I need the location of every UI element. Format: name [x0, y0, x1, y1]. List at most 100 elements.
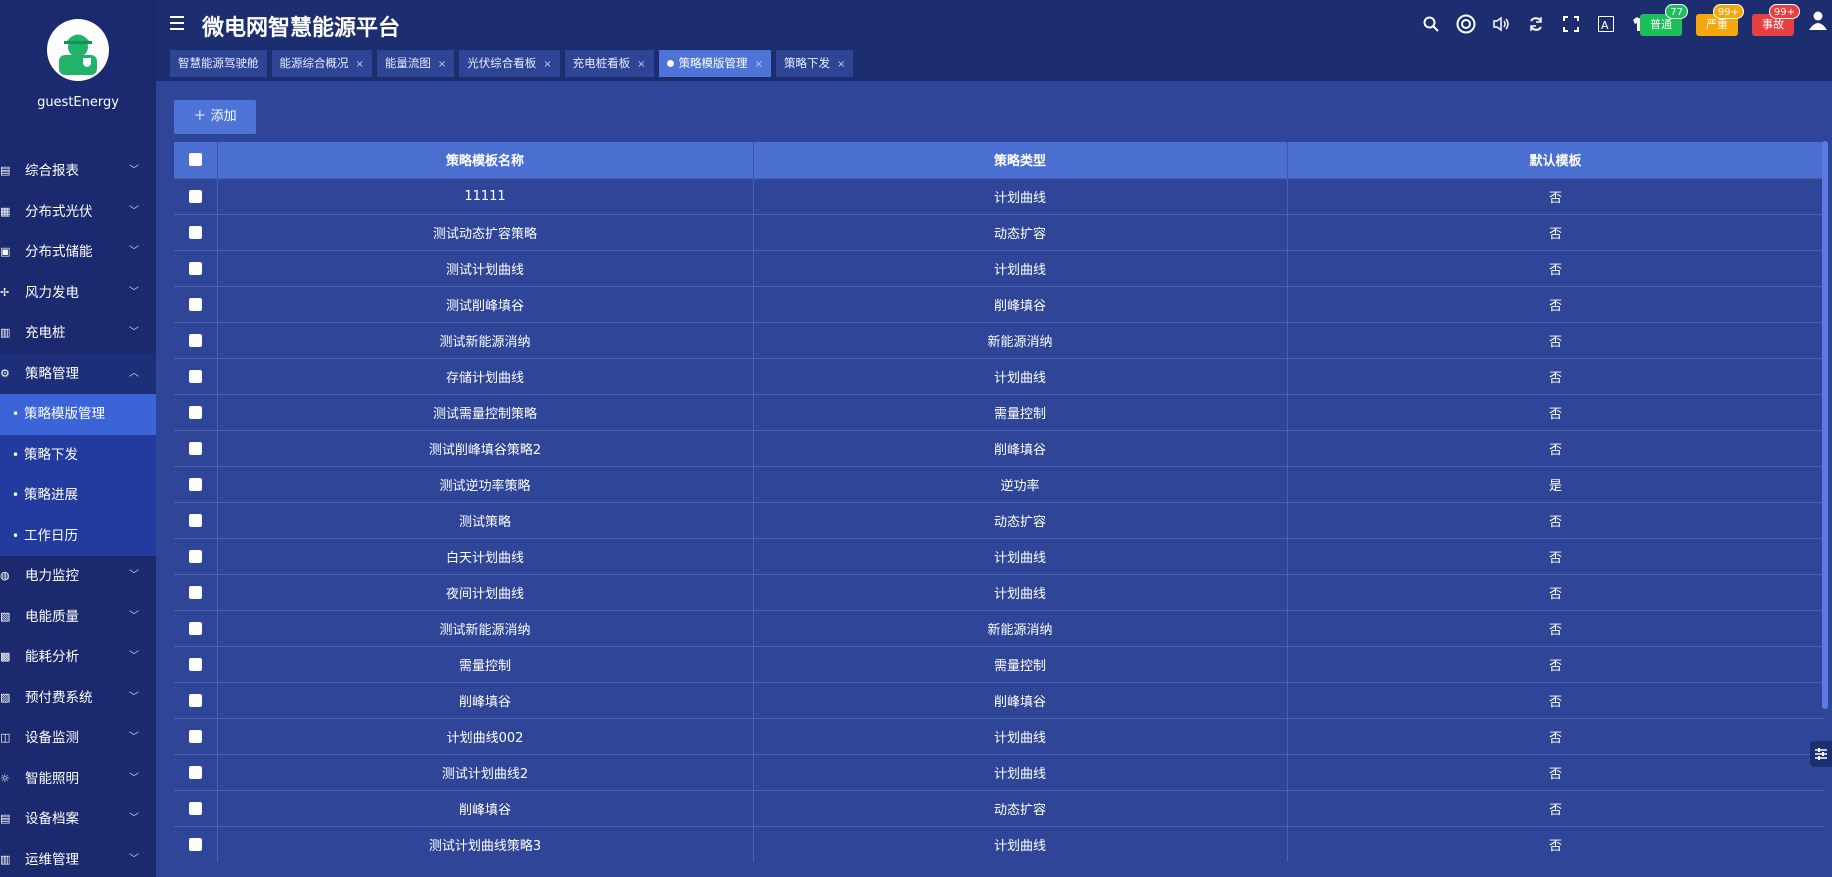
row-checkbox[interactable] — [188, 729, 202, 743]
sidebar-item-8[interactable]: ▩ 能耗分析 ﹀ — [0, 637, 156, 678]
row-checkbox[interactable] — [188, 441, 202, 455]
sidebar-item-5[interactable]: ⚙ 策略管理 ︿ — [0, 353, 156, 394]
alarm-serious-badge[interactable]: 严重 99+ — [1696, 4, 1744, 36]
table-row[interactable]: 白天计划曲线 计划曲线否 — [174, 537, 1824, 574]
table-row[interactable]: 需量控制 需量控制否 — [174, 645, 1824, 682]
row-checkbox[interactable] — [188, 657, 202, 671]
column-header-type[interactable]: 策略类型 — [753, 142, 1288, 178]
search-icon[interactable] — [1413, 13, 1448, 35]
user-icon[interactable] — [1808, 10, 1828, 30]
bullet-icon: • — [12, 528, 20, 543]
sidebar-item-label: 充电桩 — [25, 325, 66, 341]
tab-0[interactable]: 智慧能源驾驶舱 — [170, 50, 267, 77]
tab-close-icon[interactable]: × — [543, 59, 551, 70]
row-checkbox-cell — [174, 177, 218, 214]
column-header-default[interactable]: 默认模板 — [1287, 142, 1824, 178]
tab-close-icon[interactable]: × — [755, 59, 763, 70]
chevron-down-icon: ﹀ — [129, 813, 139, 824]
sidebar-item-2[interactable]: ▣ 分布式储能 ﹀ — [0, 232, 156, 273]
table-row[interactable]: 计划曲线002 计划曲线否 — [174, 717, 1824, 754]
row-checkbox[interactable] — [188, 369, 202, 383]
cell-default-template: 否 — [1287, 357, 1824, 394]
row-checkbox[interactable] — [188, 189, 202, 203]
add-button[interactable]: ＋ 添加 — [174, 100, 256, 134]
sidebar-subitem-0[interactable]: • 策略模版管理 — [0, 394, 156, 435]
sidebar-item-4[interactable]: ▥ 充电桩 ﹀ — [0, 313, 156, 354]
tab-1[interactable]: 能源综合概况 × — [271, 50, 372, 77]
row-checkbox-cell — [174, 501, 218, 538]
row-checkbox[interactable] — [188, 585, 202, 599]
row-checkbox[interactable] — [188, 225, 202, 239]
row-checkbox[interactable] — [188, 693, 202, 707]
table-row[interactable]: 削峰填谷 动态扩容否 — [174, 789, 1824, 826]
table-row[interactable]: 11111 计划曲线否 — [174, 177, 1824, 214]
row-checkbox[interactable] — [188, 297, 202, 311]
table-row[interactable]: 测试新能源消纳 新能源消纳否 — [174, 609, 1824, 646]
alarm-normal-badge[interactable]: 普通 77 — [1640, 4, 1688, 36]
sidebar-item-3[interactable]: ✢ 风力发电 ﹀ — [0, 273, 156, 314]
sidebar-subitem-1[interactable]: • 策略下发 — [0, 435, 156, 476]
table-row[interactable]: 测试策略 动态扩容否 — [174, 501, 1824, 538]
row-checkbox[interactable] — [188, 621, 202, 635]
table-row[interactable]: 测试新能源消纳 新能源消纳否 — [174, 321, 1824, 358]
table-row[interactable]: 夜间计划曲线 计划曲线否 — [174, 573, 1824, 610]
table-row[interactable]: 存储计划曲线 计划曲线否 — [174, 357, 1824, 394]
font-size-icon[interactable]: A — [1588, 13, 1623, 35]
select-all-checkbox[interactable] — [188, 153, 202, 167]
settings-sliders-icon[interactable] — [1810, 741, 1832, 767]
sidebar-item-10[interactable]: ◫ 设备监测 ﹀ — [0, 718, 156, 759]
tab-3[interactable]: 光伏综合看板 × — [459, 50, 560, 77]
tab-close-icon[interactable]: × — [438, 59, 446, 70]
sidebar-item-0[interactable]: ▤ 综合报表 ﹀ — [0, 151, 156, 192]
row-checkbox[interactable] — [188, 765, 202, 779]
cell-strategy-type: 需量控制 — [753, 645, 1288, 682]
row-checkbox[interactable] — [188, 405, 202, 419]
table-scrollbar-thumb[interactable] — [1822, 141, 1828, 709]
sidebar-subitem-3[interactable]: • 工作日历 — [0, 516, 156, 557]
row-checkbox[interactable] — [188, 549, 202, 563]
avatar[interactable] — [47, 19, 109, 81]
row-checkbox[interactable] — [188, 261, 202, 275]
tab-2[interactable]: 能量流图 × — [376, 50, 455, 77]
sidebar-item-6[interactable]: ◍ 电力监控 ﹀ — [0, 556, 156, 597]
table-row[interactable]: 测试削峰填谷 削峰填谷否 — [174, 285, 1824, 322]
sidebar-item-13[interactable]: ▥ 运维管理 ﹀ — [0, 840, 156, 877]
volume-icon[interactable] — [1483, 13, 1518, 35]
table-row[interactable]: 测试计划曲线策略3 计划曲线否 — [174, 825, 1824, 862]
tab-4[interactable]: 充电桩看板 × — [564, 50, 654, 77]
menu-toggle-icon[interactable] — [170, 12, 188, 36]
tab-5[interactable]: 策略模版管理 × — [658, 50, 771, 77]
sidebar-item-12[interactable]: ▤ 设备档案 ﹀ — [0, 799, 156, 840]
sidebar-item-11[interactable]: ☼ 智能照明 ﹀ — [0, 759, 156, 800]
alarm-accident-badge[interactable]: 事故 99+ — [1752, 4, 1800, 36]
username: guestEnergy — [37, 95, 119, 110]
row-checkbox[interactable] — [188, 837, 202, 851]
tab-6[interactable]: 策略下发 × — [775, 50, 854, 77]
table-row[interactable]: 测试动态扩容策略 动态扩容否 — [174, 213, 1824, 250]
sidebar-item-9[interactable]: ▨ 预付费系统 ﹀ — [0, 678, 156, 719]
tab-close-icon[interactable]: × — [837, 59, 845, 70]
sidebar-item-1[interactable]: ▦ 分布式光伏 ﹀ — [0, 192, 156, 233]
table-row[interactable]: 削峰填谷 削峰填谷否 — [174, 681, 1824, 718]
table-row[interactable]: 测试计划曲线2 计划曲线否 — [174, 753, 1824, 790]
table-row[interactable]: 测试逆功率策略 逆功率是 — [174, 465, 1824, 502]
sidebar-item-label: 能耗分析 — [25, 649, 79, 665]
fullscreen-icon[interactable] — [1553, 13, 1588, 35]
sidebar-item-7[interactable]: ▧ 电能质量 ﹀ — [0, 597, 156, 638]
strategy-template-table: 策略模板名称 策略类型 默认模板 11111 计划曲线否测试动态扩容策略 动态扩容否… — [174, 142, 1824, 862]
row-checkbox[interactable] — [188, 477, 202, 491]
tab-label: 充电桩看板 — [572, 56, 631, 70]
sidebar-subitem-2[interactable]: • 策略进展 — [0, 475, 156, 516]
table-row[interactable]: 测试计划曲线 计划曲线否 — [174, 249, 1824, 286]
row-checkbox[interactable] — [188, 513, 202, 527]
row-checkbox[interactable] — [188, 333, 202, 347]
lifebuoy-icon[interactable] — [1448, 13, 1483, 35]
table-row[interactable]: 测试需量控制策略 需量控制否 — [174, 393, 1824, 430]
column-header-name[interactable]: 策略模板名称 — [217, 142, 754, 178]
table-row[interactable]: 测试削峰填谷策略2 削峰填谷否 — [174, 429, 1824, 466]
refresh-icon[interactable] — [1518, 13, 1553, 35]
row-checkbox[interactable] — [188, 801, 202, 815]
cell-default-template: 否 — [1287, 825, 1824, 862]
tab-close-icon[interactable]: × — [637, 59, 645, 70]
tab-close-icon[interactable]: × — [356, 59, 364, 70]
